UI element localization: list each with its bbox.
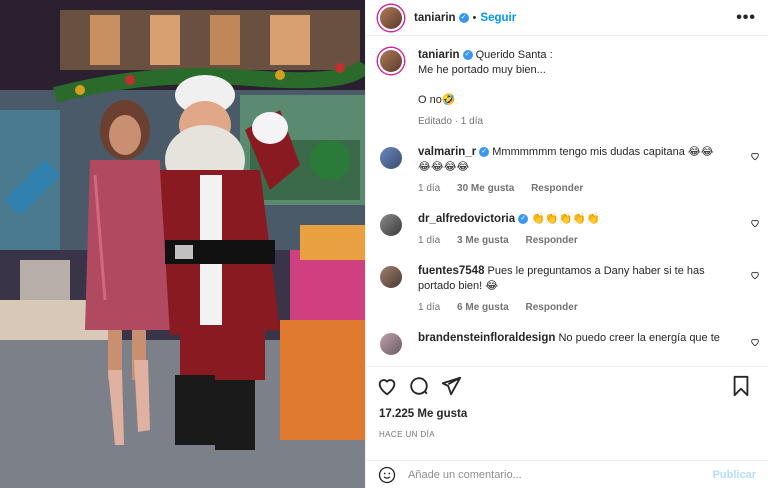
comment-username[interactable]: dr_alfredovictoria	[418, 213, 515, 225]
reply-button[interactable]: Responder	[526, 235, 578, 246]
comment-icon[interactable]	[408, 375, 430, 397]
caption-line3: O no🤣	[418, 94, 456, 106]
comment-item: dr_alfredovictoria ✓ 👏👏👏👏👏 1 día 3 Me gus…	[366, 196, 768, 248]
heart-icon[interactable]	[376, 375, 398, 397]
post-modal: taniarin ✓ • Seguir ••• taniarin ✓ Querid…	[0, 0, 768, 488]
comment-item: valmarin_r ✓ Mmmmmmm tengo mis dudas capi…	[366, 129, 768, 196]
caption-line1: Querido Santa :	[475, 49, 553, 61]
post-side-panel: taniarin ✓ • Seguir ••• taniarin ✓ Querid…	[365, 0, 768, 488]
comment-text: Mmmmmmm tengo mis dudas capitana 😂😂	[492, 146, 714, 158]
publish-button[interactable]: Publicar	[713, 469, 756, 481]
comment-input[interactable]	[408, 468, 713, 481]
follow-button[interactable]: Seguir	[480, 12, 516, 24]
comment-time: 1 día	[418, 235, 441, 246]
commenter-avatar[interactable]	[378, 145, 404, 171]
comment-username[interactable]: valmarin_r	[418, 146, 476, 158]
verified-icon: ✓	[458, 12, 469, 23]
emoji-icon[interactable]	[378, 466, 396, 484]
post-header: taniarin ✓ • Seguir •••	[366, 0, 768, 36]
reply-button[interactable]: Responder	[526, 302, 578, 313]
comment-body: dr_alfredovictoria ✓ 👏👏👏👏👏 1 día 3 Me gus…	[418, 212, 740, 248]
commenter-avatar[interactable]	[378, 212, 404, 238]
separator-dot: •	[472, 11, 477, 24]
more-options-icon[interactable]: •••	[736, 9, 756, 27]
comment-body: fuentes7548 Pues le preguntamos a Dany h…	[418, 264, 740, 315]
comment-meta: 1 día 6 Me gusta Responder	[418, 300, 740, 315]
author-avatar[interactable]	[378, 4, 404, 31]
like-comment-icon[interactable]	[750, 151, 760, 161]
likes-count[interactable]: 17.225 Me gusta	[379, 408, 467, 420]
caption-line2: Me he portado muy bien...	[418, 64, 546, 76]
comment-item: brandensteinfloraldesign No puedo creer …	[366, 315, 768, 357]
comment-time: 1 día	[418, 302, 441, 313]
verified-icon: ✓	[518, 214, 529, 225]
comment-meta: 1 día 30 Me gusta Responder	[418, 181, 740, 196]
caption-time: Editado · 1 día	[418, 116, 484, 127]
share-icon[interactable]	[440, 375, 462, 397]
comment-time: 1 día	[418, 183, 441, 194]
commenter-avatar[interactable]	[378, 264, 404, 290]
caption: taniarin ✓ Querido Santa : Me he portado …	[366, 42, 768, 129]
bookmark-icon[interactable]	[730, 375, 752, 397]
comment-body: valmarin_r ✓ Mmmmmmm tengo mis dudas capi…	[418, 145, 740, 196]
comment-username[interactable]: fuentes7548	[418, 265, 484, 277]
caption-avatar[interactable]	[378, 48, 404, 74]
comment-username[interactable]: brandensteinfloraldesign	[418, 332, 555, 344]
santa-photo-image	[0, 0, 365, 488]
comment-likes[interactable]: 30 Me gusta	[457, 183, 514, 194]
reply-button[interactable]: Responder	[531, 183, 583, 194]
comment-body: brandensteinfloraldesign No puedo creer …	[418, 331, 740, 357]
comment-meta: 1 día 3 Me gusta Responder	[418, 233, 740, 248]
caption-body: taniarin ✓ Querido Santa : Me he portado …	[418, 48, 740, 129]
comment-text: Pues le preguntamos a Dany haber si te h…	[487, 265, 705, 277]
action-bar	[366, 366, 768, 404]
like-comment-icon[interactable]	[750, 218, 760, 228]
comment-item: fuentes7548 Pues le preguntamos a Dany h…	[366, 248, 768, 315]
post-photo[interactable]	[0, 0, 365, 488]
comment-likes[interactable]: 3 Me gusta	[457, 235, 509, 246]
like-comment-icon[interactable]	[750, 337, 760, 347]
author-username[interactable]: taniarin	[414, 12, 456, 24]
comment-text-line2: 😂😂😂😂	[418, 161, 470, 173]
comment-text: No puedo creer la energía que te	[558, 332, 720, 344]
post-time[interactable]: HACE UN DÍA	[379, 430, 435, 439]
add-comment-bar: Publicar	[366, 460, 768, 488]
commenter-avatar[interactable]	[378, 331, 404, 357]
comments-list[interactable]: taniarin ✓ Querido Santa : Me he portado …	[366, 42, 768, 360]
caption-username[interactable]: taniarin	[418, 49, 460, 61]
like-comment-icon[interactable]	[750, 270, 760, 280]
comment-likes[interactable]: 6 Me gusta	[457, 302, 509, 313]
comment-text-line2: portado bien! 😂	[418, 280, 499, 292]
verified-icon: ✓	[479, 147, 490, 158]
verified-icon: ✓	[462, 50, 473, 61]
caption-meta: Editado · 1 día	[418, 114, 740, 129]
comment-text: 👏👏👏👏👏	[531, 213, 600, 225]
